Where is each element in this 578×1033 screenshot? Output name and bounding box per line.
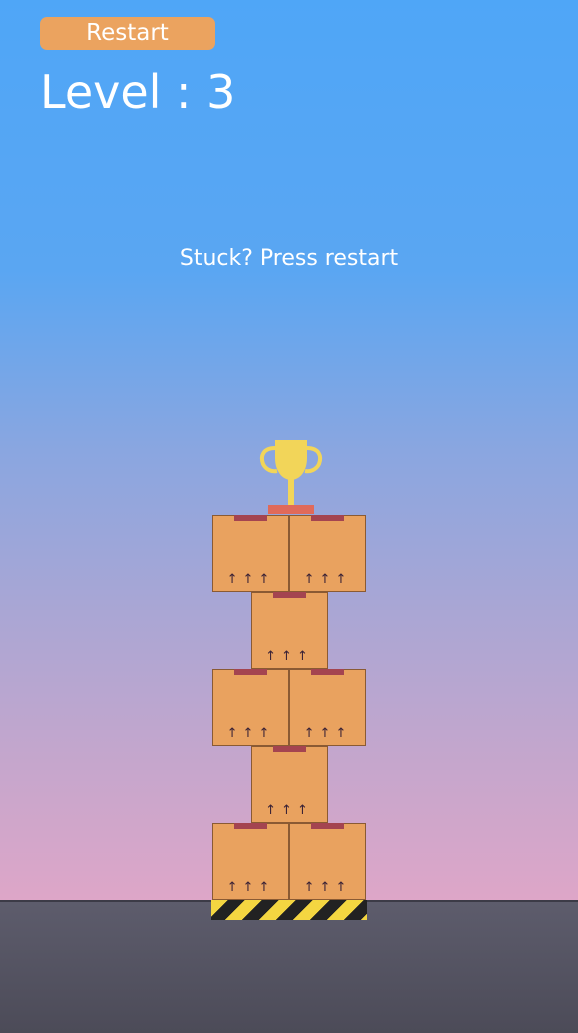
cardboard-box[interactable]: ↑↑↑ <box>212 515 289 592</box>
box-tape <box>272 746 306 752</box>
box-tape <box>311 823 344 829</box>
box-tape <box>272 592 306 598</box>
trophy-icon <box>259 440 323 514</box>
box-tape <box>311 669 344 675</box>
cardboard-box[interactable]: ↑↑↑ <box>250 592 328 669</box>
up-arrows-icon: ↑↑↑ <box>226 880 275 895</box>
cardboard-box[interactable]: ↑↑↑ <box>212 669 289 746</box>
hazard-platform <box>211 900 367 920</box>
cardboard-box[interactable]: ↑↑↑ <box>289 515 366 592</box>
up-arrows-icon: ↑↑↑ <box>265 649 313 664</box>
up-arrows-icon: ↑↑↑ <box>303 726 352 741</box>
cardboard-box[interactable]: ↑↑↑ <box>289 823 366 900</box>
up-arrows-icon: ↑↑↑ <box>303 880 352 895</box>
box-tape <box>234 823 267 829</box>
up-arrows-icon: ↑↑↑ <box>303 572 352 587</box>
box-tape <box>234 669 267 675</box>
cardboard-box[interactable]: ↑↑↑ <box>289 669 366 746</box>
up-arrows-icon: ↑↑↑ <box>226 572 275 587</box>
up-arrows-icon: ↑↑↑ <box>226 726 275 741</box>
cardboard-box[interactable]: ↑↑↑ <box>212 823 289 900</box>
up-arrows-icon: ↑↑↑ <box>265 803 313 818</box>
cardboard-box[interactable]: ↑↑↑ <box>250 746 328 823</box>
